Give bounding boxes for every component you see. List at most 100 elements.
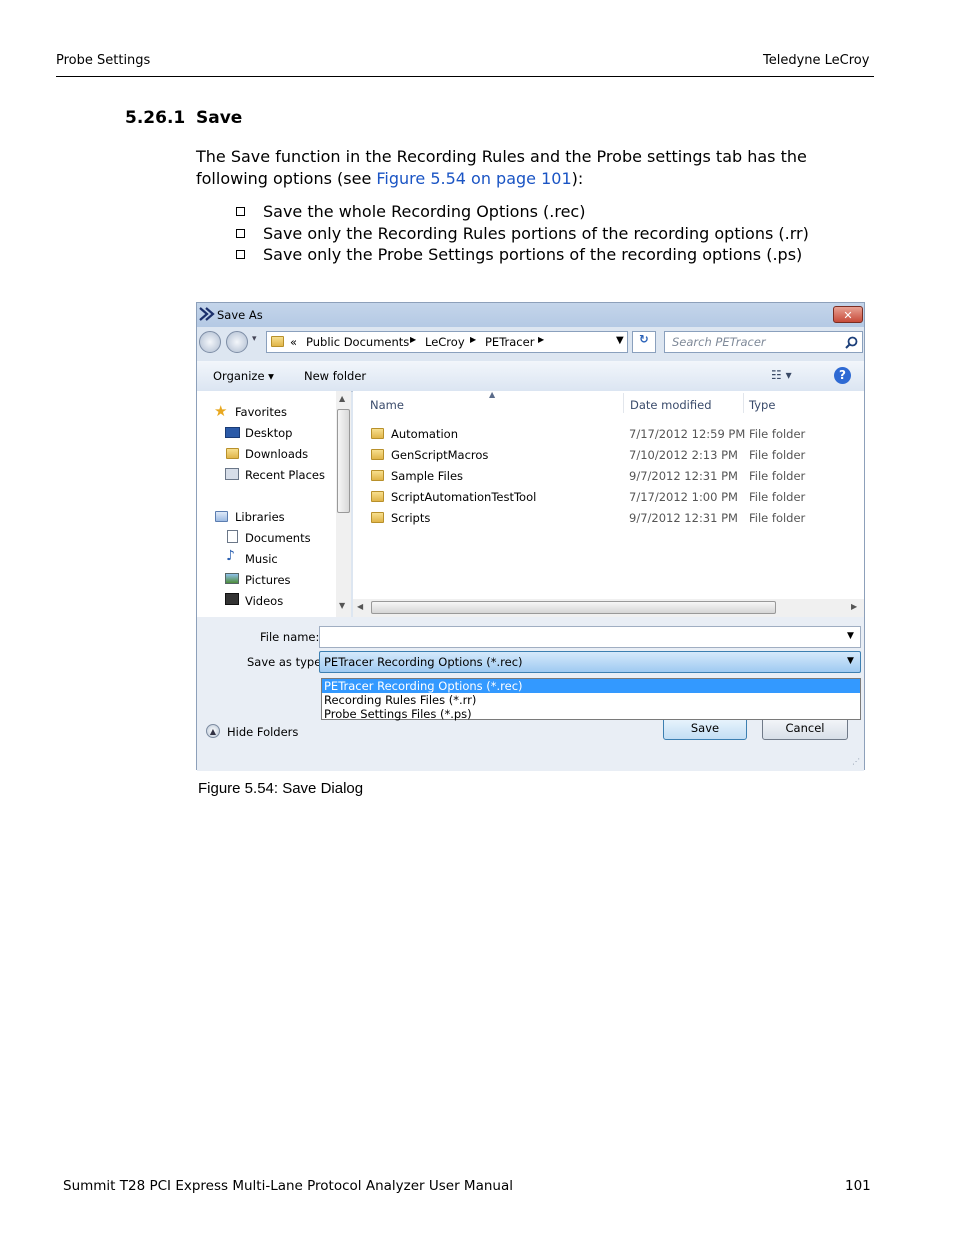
- file-row[interactable]: GenScriptMacros 7/10/2012 2:13 PM File f…: [353, 448, 864, 466]
- file-row[interactable]: Sample Files 9/7/2012 12:31 PM File fold…: [353, 469, 864, 487]
- nav-favorites[interactable]: Favorites: [235, 405, 287, 419]
- file-list: Name ▲ Date modified Type Automation 7/1…: [353, 390, 864, 617]
- file-row[interactable]: Scripts 9/7/2012 12:31 PM File folder: [353, 511, 864, 529]
- section-title: Save: [196, 108, 243, 128]
- bullet-box-icon: [236, 228, 245, 238]
- file-name: Automation: [391, 427, 458, 441]
- refresh-icon[interactable]: ↻: [632, 331, 656, 353]
- music-icon: ♪: [226, 548, 235, 564]
- file-name: GenScriptMacros: [391, 448, 489, 462]
- nav-scroll-thumb[interactable]: [337, 409, 350, 513]
- app-logo-icon: [199, 307, 215, 321]
- file-name-input[interactable]: ▼: [319, 626, 861, 648]
- command-bar: Organize ▾ New folder ☷ ▾ ?: [197, 361, 864, 392]
- folder-icon: [371, 512, 384, 523]
- option-rec[interactable]: PETracer Recording Options (*.rec): [322, 679, 860, 693]
- sort-ascending-icon: ▲: [489, 390, 496, 399]
- breadcrumb-public-documents[interactable]: Public Documents: [306, 335, 409, 349]
- file-type: File folder: [749, 448, 806, 462]
- file-name-dropdown-icon[interactable]: ▼: [847, 631, 854, 641]
- breadcrumb-arrow-icon[interactable]: ▶: [410, 335, 416, 344]
- search-icon[interactable]: [845, 336, 858, 349]
- organize-button[interactable]: Organize ▾: [213, 369, 274, 383]
- file-date: 7/10/2012 2:13 PM: [629, 448, 738, 462]
- option-rr[interactable]: Recording Rules Files (*.rr): [322, 693, 860, 707]
- option-label: PETracer Recording Options (*.rec): [324, 679, 523, 693]
- file-type: File folder: [749, 469, 806, 483]
- history-dropdown-icon[interactable]: ▾: [252, 334, 257, 344]
- breadcrumb-arrow-icon[interactable]: ▶: [538, 335, 544, 344]
- nav-desktop[interactable]: Desktop: [245, 426, 292, 440]
- nav-scrollbar[interactable]: ▲ ▼: [336, 391, 351, 617]
- new-folder-button[interactable]: New folder: [304, 369, 366, 383]
- file-date: 7/17/2012 1:00 PM: [629, 490, 738, 504]
- scroll-up-icon[interactable]: ▲: [339, 394, 345, 403]
- section-heading: 5.26.1 Save: [125, 108, 242, 128]
- file-type: File folder: [749, 427, 806, 441]
- file-name: Sample Files: [391, 469, 464, 483]
- scroll-down-icon[interactable]: ▼: [339, 601, 345, 610]
- nav-documents[interactable]: Documents: [245, 531, 311, 545]
- nav-videos[interactable]: Videos: [245, 594, 283, 608]
- hscroll-thumb[interactable]: [371, 601, 776, 614]
- hide-folders-button[interactable]: Hide Folders: [227, 725, 298, 739]
- help-icon[interactable]: ?: [834, 367, 851, 384]
- save-as-dialog: Save As ✕ ▾ « Public Documents ▶ LeCroy …: [196, 302, 865, 771]
- back-button[interactable]: [199, 331, 221, 353]
- save-type-label: Save as type:: [247, 655, 326, 669]
- file-type: File folder: [749, 511, 806, 525]
- file-list-hscrollbar[interactable]: ◀ ▶: [353, 599, 864, 617]
- bullet-text: Save the whole Recording Options (.rec): [263, 202, 586, 221]
- view-options-icon[interactable]: ☷ ▾: [771, 368, 792, 382]
- column-divider[interactable]: [623, 393, 624, 413]
- file-type: File folder: [749, 490, 806, 504]
- bullet-item: Save the whole Recording Options (.rec): [236, 201, 809, 223]
- breadcrumb-petracer[interactable]: PETracer: [485, 335, 534, 349]
- address-bar[interactable]: « Public Documents ▶ LeCroy ▶ PETracer ▶…: [266, 331, 628, 353]
- file-row[interactable]: Automation 7/17/2012 12:59 PM File folde…: [353, 427, 864, 445]
- address-dropdown-icon[interactable]: ▼: [616, 335, 624, 346]
- folder-icon: [371, 470, 384, 481]
- option-bullet-list: Save the whole Recording Options (.rec) …: [236, 201, 809, 266]
- figure-link[interactable]: Figure 5.54 on page 101: [376, 169, 571, 188]
- scroll-right-icon[interactable]: ▶: [851, 602, 857, 611]
- nav-recent-places[interactable]: Recent Places: [245, 468, 325, 482]
- search-placeholder: Search PETracer: [672, 335, 766, 349]
- nav-pictures[interactable]: Pictures: [245, 573, 291, 587]
- nav-downloads[interactable]: Downloads: [245, 447, 308, 461]
- hide-folders-chevron-icon[interactable]: ▲: [206, 724, 220, 738]
- section-number: 5.26.1: [125, 108, 186, 128]
- save-type-select[interactable]: PETracer Recording Options (*.rec) ▼: [319, 651, 861, 673]
- dialog-titlebar: Save As ✕: [197, 303, 864, 327]
- resize-grip-icon[interactable]: ⋰: [852, 757, 860, 766]
- search-input[interactable]: Search PETracer: [664, 331, 863, 353]
- forward-button[interactable]: [226, 331, 248, 353]
- folder-icon: [371, 491, 384, 502]
- option-label: Probe Settings Files (*.ps): [324, 707, 472, 721]
- breadcrumb-arrow-icon[interactable]: ▶: [470, 335, 476, 344]
- save-type-dropdown-icon[interactable]: ▼: [847, 656, 854, 666]
- navigation-pane: ★ Favorites Desktop Downloads Recent Pla…: [197, 391, 351, 617]
- column-date-modified[interactable]: Date modified: [630, 398, 712, 412]
- running-header-right: Teledyne LeCroy: [763, 53, 870, 68]
- option-ps[interactable]: Probe Settings Files (*.ps): [322, 707, 860, 721]
- pictures-icon: [225, 573, 239, 584]
- documents-icon: [227, 530, 238, 543]
- nav-music[interactable]: Music: [245, 552, 278, 566]
- save-type-value: PETracer Recording Options (*.rec): [324, 655, 523, 669]
- paragraph-text-end: ):: [571, 169, 584, 188]
- folder-icon: [371, 428, 384, 439]
- bullet-text: Save only the Recording Rules portions o…: [263, 223, 809, 243]
- column-type[interactable]: Type: [749, 398, 775, 412]
- file-row[interactable]: ScriptAutomationTestTool 7/17/2012 1:00 …: [353, 490, 864, 508]
- scroll-left-icon[interactable]: ◀: [357, 602, 363, 611]
- column-name[interactable]: Name: [370, 398, 404, 412]
- option-label: Recording Rules Files (*.rr): [324, 693, 477, 707]
- nav-libraries[interactable]: Libraries: [235, 510, 285, 524]
- breadcrumb-lecroy[interactable]: LeCroy: [425, 335, 465, 349]
- file-date: 7/17/2012 12:59 PM: [629, 427, 746, 441]
- desktop-icon: [225, 427, 240, 438]
- column-divider[interactable]: [743, 393, 744, 413]
- close-button[interactable]: ✕: [833, 306, 863, 323]
- file-name: Scripts: [391, 511, 431, 525]
